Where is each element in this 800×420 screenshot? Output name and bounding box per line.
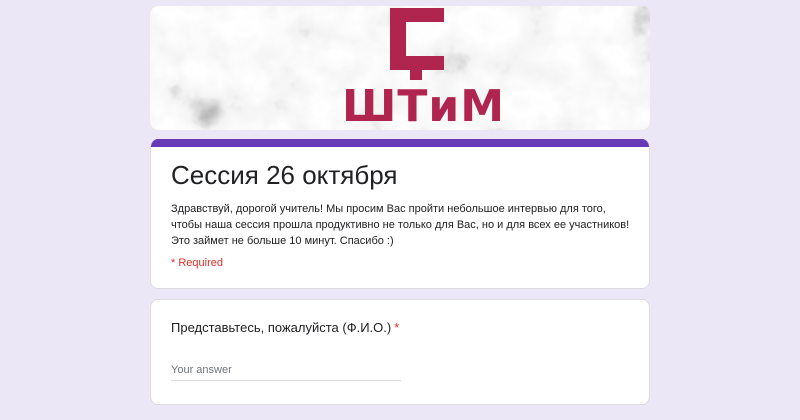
required-asterisk: *: [394, 320, 400, 335]
required-note: * Required: [171, 257, 223, 269]
question-text: Представьтесь, пожалуйста (Ф.И.О.): [171, 320, 392, 335]
question-card: Представьтесь, пожалуйста (Ф.И.О.) *: [150, 299, 650, 405]
form-page: ШТиМ Сессия 26 октября Здравствуй, дорог…: [0, 0, 800, 420]
card-accent-bar: [151, 139, 649, 147]
question-label: Представьтесь, пожалуйста (Ф.И.О.) *: [171, 320, 399, 335]
form-description: Здравствуй, дорогой учитель! Мы просим В…: [171, 203, 630, 247]
answer-input[interactable]: [171, 360, 401, 381]
form-column: ШТиМ Сессия 26 октября Здравствуй, дорог…: [150, 6, 650, 405]
header-banner: ШТиМ: [150, 6, 650, 130]
form-title: Сессия 26 октября: [171, 160, 398, 190]
form-header-card: Сессия 26 октября Здравствуй, дорогой уч…: [150, 139, 650, 289]
logo-text: ШТиМ: [342, 81, 505, 130]
